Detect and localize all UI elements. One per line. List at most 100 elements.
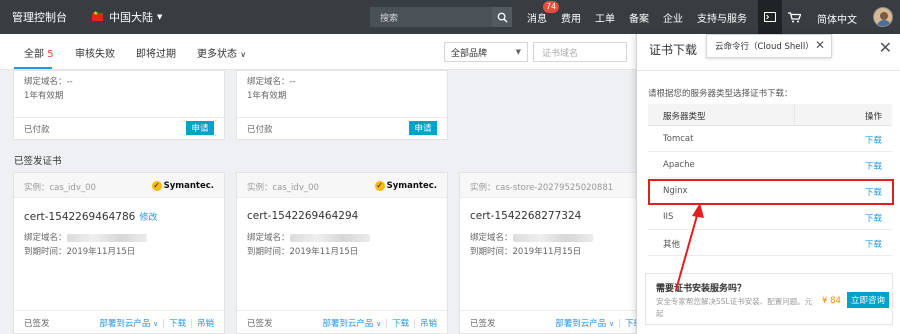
search-input[interactable]: 搜索 [380,11,492,24]
domain-search-input[interactable]: 证书域名 [533,42,627,62]
cert-name: cert-1542269464786 修改 [24,211,158,223]
symantec-logo: ✓ Symantec. [151,181,214,191]
server-name: 其他 [663,240,681,250]
language-selector[interactable]: 简体中文 [817,11,857,26]
deploy-link[interactable]: 部署到云产品 [555,319,606,329]
symantec-logo: ✓ Symantec. [374,181,437,191]
server-name: Tomcat [663,134,694,144]
apply-button[interactable]: 申请 [409,121,437,135]
chevron-down-icon: ∨ [153,320,159,328]
issued-cert-card: 实例：cas_idv_00 ✓ Symantec. cert-1542269464… [13,172,225,334]
download-link[interactable]: 下载 [169,319,186,329]
download-link[interactable]: 下载 [865,212,882,224]
deploy-link[interactable]: 部署到云产品 [322,319,373,329]
bind-domain-text: 绑定域名：-- [247,77,296,87]
expire-date-text: 到期时间：2019年11月15日 [470,247,582,257]
instance-label: 实例：cas_idv_00 [24,183,96,193]
panel-description: 请根据您的服务器类型选择证书下载： [648,89,793,99]
redacted-domain [512,233,593,242]
search-icon[interactable] [492,7,512,27]
tab-expiring[interactable]: 即将过期 [136,45,176,60]
download-link[interactable]: 下载 [392,319,409,329]
redacted-domain [66,233,147,242]
tab-all-count: 5 [47,49,54,60]
promo-price: ¥ 84 [822,296,841,306]
table-row: 其他 下载 [648,230,892,256]
tab-review-failed[interactable]: 审核失败 [75,45,115,60]
china-flag-icon [92,10,103,21]
cert-actions: 部署到云产品 ∨ | 下载 | 吊销 [322,319,437,329]
validity-text: 1年有效期 [247,91,287,101]
cert-card-footer: 已签发 部署到云产品 ∨ | 下载 | 吊销 [237,310,447,333]
redacted-domain [289,233,370,242]
nav-messages[interactable]: 消息 74 [527,0,560,25]
table-row: Tomcat 下载 [648,126,892,152]
close-icon[interactable]: ✕ [815,38,825,52]
nav-tickets[interactable]: 工单 [595,10,615,25]
checkmark-icon: ✓ [151,181,162,191]
bind-domain-text: 绑定域名： [247,231,370,243]
column-divider [794,104,795,126]
nginx-highlight-box [648,179,894,205]
cert-name: cert-1542269464294 [247,210,359,222]
status-text: 已付款 [247,125,273,135]
edit-link[interactable]: 修改 [139,213,157,223]
cert-card-header: 实例：cas_idv_00 ✓ Symantec. [14,173,224,198]
chevron-down-icon: ∨ [608,320,615,328]
tab-more-status[interactable]: 更多状态 ∨ [197,45,246,60]
chevron-down-icon: ▼ [515,48,521,56]
cert-card-footer: 已签发 部署到云产品 ∨ | 下载 [460,310,648,333]
top-icon-group [758,0,806,34]
bind-domain-text: 绑定域名： [470,231,593,243]
nav-icp-filing[interactable]: 备案 [629,10,649,25]
instance-label: 实例：cas-store-20279525020881 [470,183,614,193]
server-name: IIS [663,212,674,222]
revoke-link[interactable]: 吊销 [197,319,214,329]
col-server-type: 服务器类型 [663,112,706,122]
region-selector[interactable]: 中国大陆 ▼ [92,9,162,25]
cert-card-header: 实例：cas_idv_00 ✓ Symantec. [237,173,447,198]
console-home-link[interactable]: 管理控制台 [12,9,80,25]
card-footer: 已付款 申请 [237,117,447,139]
nav-enterprise[interactable]: 企业 [663,10,683,25]
user-avatar[interactable] [873,7,893,27]
cart-icon[interactable] [782,0,806,34]
status-text: 已付款 [24,125,50,135]
issued-cert-card: 实例：cas-store-20279525020881 cert-1542268… [459,172,649,334]
download-link[interactable]: 下载 [865,160,882,172]
status-text: 已签发 [470,319,496,329]
top-nav-links: 消息 74 费用 工单 备案 企业 支持与服务 [527,0,761,34]
cert-card-header: 实例：cas-store-20279525020881 [460,173,648,198]
close-icon[interactable]: ✕ [879,38,892,57]
chevron-down-icon: ∨ [376,320,382,328]
download-link[interactable]: 下载 [865,238,882,250]
issued-certs-heading: 已签发证书 [14,156,62,167]
nav-billing[interactable]: 费用 [561,10,581,25]
message-count-badge: 74 [543,0,560,13]
issued-cert-card: 实例：cas_idv_00 ✓ Symantec. cert-1542269464… [236,172,448,334]
cert-actions: 部署到云产品 ∨ | 下载 | 吊销 [99,319,214,329]
tab-all[interactable]: 全部 5 [24,45,54,60]
revoke-link[interactable]: 吊销 [420,319,437,329]
consult-now-button[interactable]: 立即咨询 [847,292,889,308]
deploy-link[interactable]: 部署到云产品 [99,319,150,329]
promo-description: 安全专家帮您解决SSL证书安装、配置问题。元起 [656,297,813,318]
top-navigation-bar: 管理控制台 中国大陆 ▼ 搜索 消息74 费用 工单 备案 企业 支持与服务 简… [0,0,900,34]
checkmark-icon: ✓ [374,181,385,191]
cloud-shell-tooltip: 云命令行（Cloud Shell） ✕ [706,34,832,58]
download-link[interactable]: 下载 [865,134,882,146]
brand-filter-select[interactable]: 全部品牌 ▼ [444,42,528,62]
nav-support[interactable]: 支持与服务 [697,10,747,25]
panel-title: 证书下载 [649,43,698,57]
status-text: 已签发 [24,319,50,329]
apply-button[interactable]: 申请 [186,121,214,135]
cloud-shell-icon[interactable] [758,0,782,34]
bind-domain-text: 绑定域名： [24,231,147,243]
server-name: Apache [663,160,695,170]
global-search[interactable]: 搜索 [370,7,512,27]
table-header: 服务器类型 操作 [648,104,892,126]
card-footer: 已付款 申请 [14,117,224,139]
expire-date-text: 到期时间：2019年11月15日 [24,247,136,257]
cert-name: cert-1542268277324 [470,210,582,222]
validity-text: 1年有效期 [24,91,64,101]
